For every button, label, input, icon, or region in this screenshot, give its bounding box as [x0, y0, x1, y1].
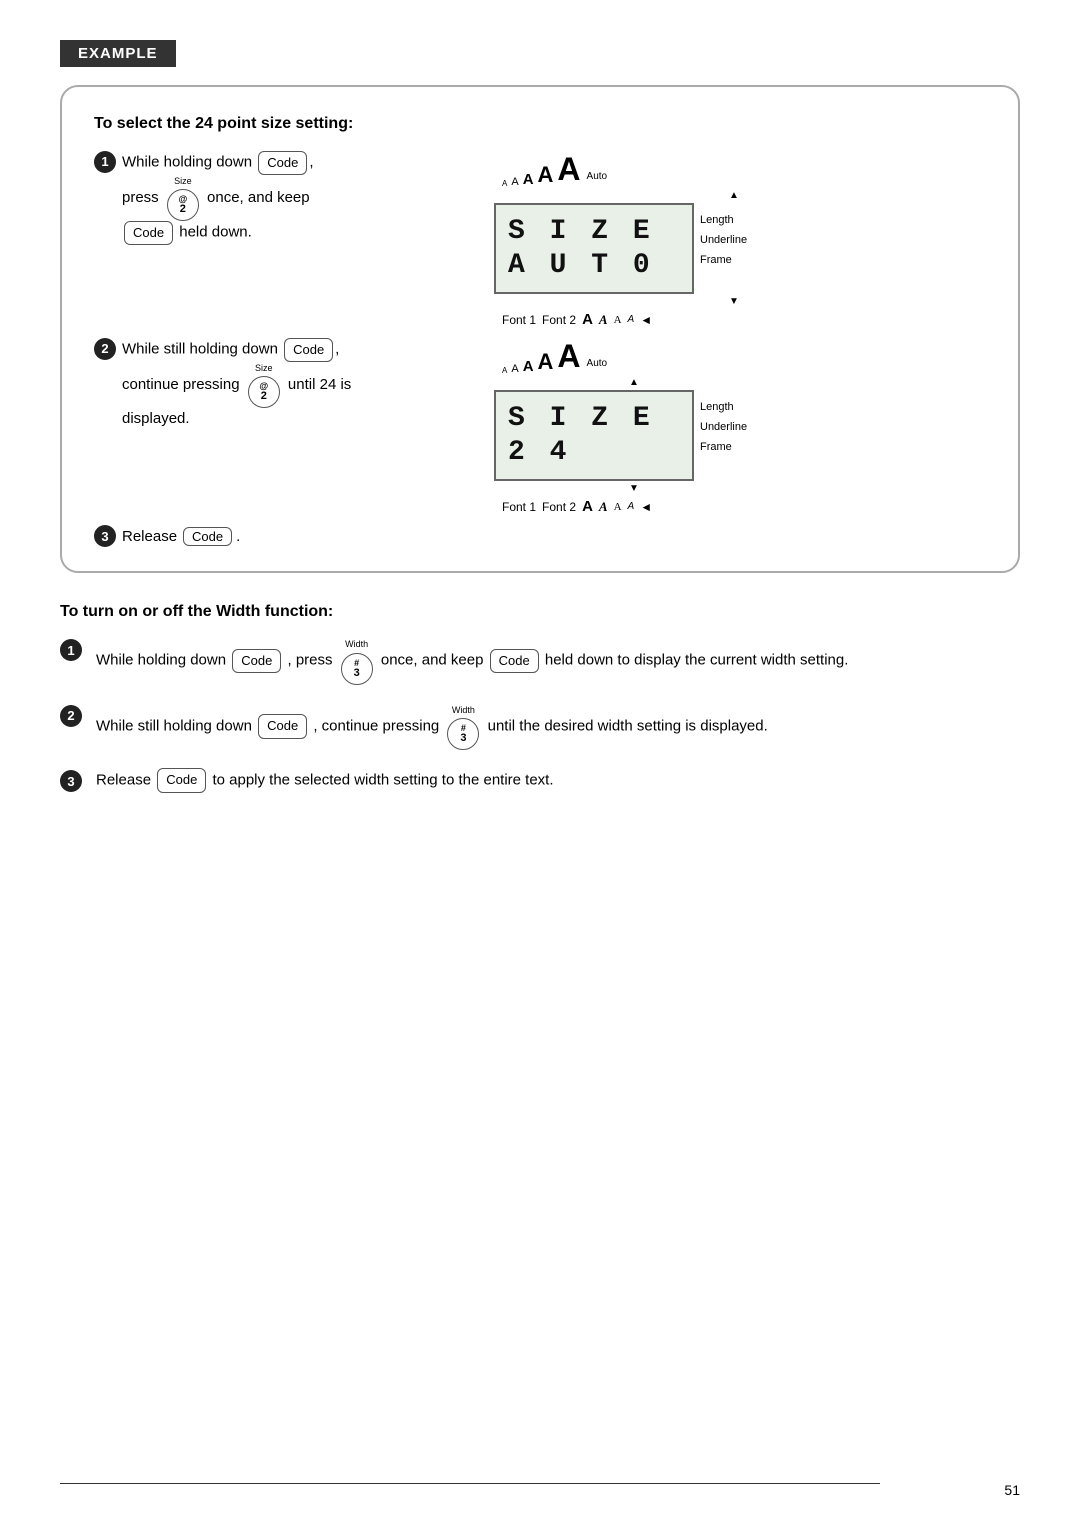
size-label-2: Size [255, 362, 273, 376]
at-key-1: @ 2 [167, 189, 199, 221]
a-med-2: A [523, 358, 534, 375]
lcd-display-1: S I Z E A U T 0 [494, 203, 694, 294]
width-section: To turn on or off the Width function: 1 … [60, 603, 1020, 793]
hash-key-1: # 3 [341, 653, 373, 685]
example-box-title: To select the 24 point size setting: [94, 115, 986, 133]
display1-wrapper: ▲ S I Z E A U T 0 ▼ Length Underline Fra… [494, 190, 747, 307]
arrow-up-2: ▲ [574, 377, 694, 388]
a-xlarge-2: A [557, 338, 580, 375]
a-small-1: A [511, 176, 518, 188]
step1-right: A A A A A Auto ▲ S I Z E A U T 0 ▼ Lengt… [494, 151, 986, 328]
lcd-display-2: S I Z E 2 4 [494, 390, 694, 481]
width-section-title: To turn on or off the Width function: [60, 603, 1020, 621]
font-row-1: Font 1Font 2 A A A A ◄ [494, 311, 652, 328]
a-xlarge-1: A [557, 151, 580, 188]
width-code-key-1: Code [232, 649, 281, 674]
code-key-2: Code [124, 221, 173, 245]
a-sizes-row-2: A A A A A Auto [494, 338, 607, 375]
step3-num: 3 [94, 525, 116, 547]
example-box: To select the 24 point size setting: 1 W… [60, 85, 1020, 573]
footer-line [60, 1483, 880, 1485]
width-step1-num-wrap: 1 [60, 639, 88, 661]
size-key-1-wrapper: Size @ 2 [165, 175, 201, 222]
page-footer: 51 [1004, 1482, 1020, 1498]
step3-text-before: Release [122, 528, 177, 545]
size-label-1: Size [174, 175, 192, 189]
step2-content: While still holding down Code, continue … [122, 338, 444, 431]
a-tiny-1: A [502, 179, 507, 188]
code-key-3: Code [284, 338, 333, 362]
lcd-line1-1: S I Z E [508, 215, 674, 249]
a-large-1: A [538, 162, 554, 188]
width-step2-content: While still holding down Code , continue… [96, 703, 1020, 750]
width-step1: 1 While holding down Code , press Width … [60, 637, 1020, 684]
width-code-key-3: Code [258, 714, 307, 739]
arrow-down-2: ▼ [574, 483, 694, 494]
right-labels-2: Length Underline Frame [700, 377, 747, 457]
lcd-line2-2: 2 4 [508, 436, 674, 470]
width-step1-content: While holding down Code , press Width # … [96, 637, 1020, 684]
right-labels-1: Length Underline Frame [700, 190, 747, 270]
a-large-2: A [538, 349, 554, 375]
width-step2-num: 2 [60, 705, 82, 727]
at-key-2: @ 2 [248, 376, 280, 408]
a-tiny-2: A [502, 366, 507, 375]
page-number: 51 [1004, 1482, 1020, 1498]
a-small-2: A [511, 363, 518, 375]
step1-num: 1 [94, 151, 116, 173]
code-key-step3: Code [183, 527, 232, 546]
width-step3-num-wrap: 3 [60, 770, 88, 792]
step2-left: 2 While still holding down Code, continu… [94, 338, 464, 431]
example-badge: EXAMPLE [60, 40, 176, 67]
step1-content: While holding down Code, press Size @ 2 … [122, 151, 444, 245]
auto-label-2: Auto [587, 358, 608, 369]
step1-left: 1 While holding down Code, press Size @ … [94, 151, 464, 245]
width-step3: 3 Release Code to apply the selected wid… [60, 768, 1020, 793]
width-code-key-2: Code [490, 649, 539, 674]
width-step3-content: Release Code to apply the selected width… [96, 768, 1020, 793]
width-code-key-4: Code [157, 768, 206, 793]
arrow-up-1: ▲ [674, 190, 794, 201]
lcd-line2-1: A U T 0 [508, 249, 674, 283]
width-step3-num: 3 [60, 770, 82, 792]
font-row-2: Font 1Font 2 A A A A ◄ [494, 498, 652, 515]
size-key-2-wrapper: Size @ 2 [246, 362, 282, 409]
lcd-line1-2: S I Z E [508, 402, 674, 436]
width-step2: 2 While still holding down Code , contin… [60, 703, 1020, 750]
code-key-1: Code [258, 151, 307, 175]
width-key-2-wrapper: Width # 3 [445, 703, 481, 750]
step3-row: 3 Release Code . [94, 525, 986, 547]
auto-label-1: Auto [587, 171, 608, 182]
a-med-1: A [523, 171, 534, 188]
width-label-2: Width [452, 703, 475, 717]
width-label-1: Width [345, 637, 368, 651]
step3-text-after: . [236, 528, 240, 545]
width-step1-num: 1 [60, 639, 82, 661]
arrow-down-1: ▼ [674, 296, 794, 307]
step2-right: A A A A A Auto ▲ S I Z E 2 4 ▼ Length [494, 338, 986, 515]
a-sizes-row-1: A A A A A Auto [494, 151, 607, 188]
step2-num: 2 [94, 338, 116, 360]
hash-key-2: # 3 [447, 718, 479, 750]
width-step2-num-wrap: 2 [60, 705, 88, 727]
width-key-1-wrapper: Width # 3 [339, 637, 375, 684]
display2-wrapper: ▲ S I Z E 2 4 ▼ Length Underline Frame [494, 377, 747, 494]
